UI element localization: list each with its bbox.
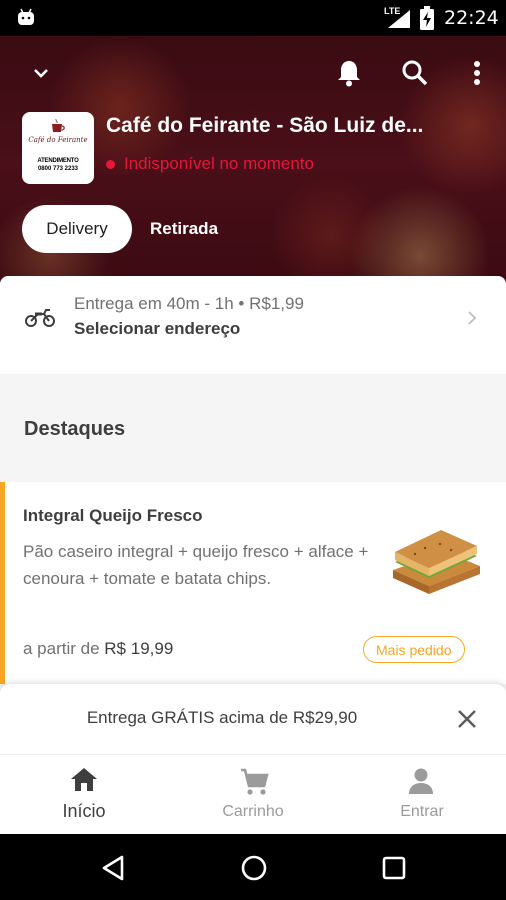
sandwich-image — [393, 530, 480, 594]
promo-middle: acima de — [219, 708, 289, 727]
store-name: Café do Feirante - São Luiz de... — [106, 114, 424, 137]
chevron-down-icon — [34, 69, 48, 78]
promo-amount: R$29,90 — [292, 708, 358, 727]
motorcycle-icon — [25, 309, 55, 327]
logo-phone: 0800 773 2233 — [37, 166, 79, 172]
store-status: Indisponível no momento — [106, 154, 314, 174]
store-header: Café do Feirante ATENDIMENTO 0800 773 22… — [0, 36, 506, 286]
product-description: Pão caseiro integral + queijo fresco + a… — [23, 542, 369, 588]
system-navigation-bar — [0, 834, 506, 900]
person-icon — [409, 768, 433, 794]
tab-retirada[interactable]: Retirada — [132, 205, 238, 253]
price-prefix: a partir de — [23, 639, 100, 658]
promo-prefix: Entrega — [86, 708, 147, 727]
search-icon — [402, 60, 428, 86]
logo-script-text: Café do Feirante — [28, 136, 88, 144]
nav-cart[interactable]: Carrinho — [169, 755, 337, 835]
delivery-address-card[interactable]: Entrega em 40m - 1h • R$1,99 Selecionar … — [0, 276, 506, 374]
nav-login[interactable]: Entrar — [338, 755, 506, 835]
nav-home-label: Início — [62, 801, 106, 821]
nav-login-label: Entrar — [400, 803, 444, 820]
clock: 22:24 — [444, 7, 499, 29]
cart-icon — [241, 768, 269, 795]
home-circle-icon[interactable] — [240, 854, 268, 882]
close-icon[interactable] — [456, 708, 478, 730]
product-name: Integral Queijo Fresco — [23, 506, 203, 525]
price-value: R$ 19,99 — [104, 639, 174, 658]
bell-icon — [338, 61, 360, 87]
more-options-button[interactable] — [462, 58, 492, 88]
collapse-button[interactable] — [26, 58, 56, 88]
select-address-label: Selecionar endereço — [74, 319, 241, 338]
bottom-navigation: Início Carrinho Entrar — [0, 754, 506, 834]
more-vert-icon — [474, 61, 480, 85]
free-delivery-banner: Entrega GRÁTIS acima de R$29,90 — [0, 684, 506, 754]
store-logo: Café do Feirante ATENDIMENTO 0800 773 22… — [22, 112, 94, 184]
notifications-button[interactable] — [334, 58, 364, 88]
store-status-text: Indisponível no momento — [124, 154, 314, 173]
status-dot — [106, 159, 115, 169]
nav-cart-label: Carrinho — [222, 803, 284, 820]
recents-square-icon[interactable] — [380, 854, 408, 882]
app-screen: LTE 22:24 Café do Feirante ATENDIMENTO 0… — [0, 0, 506, 900]
order-type-tabs: Delivery Retirada — [22, 204, 238, 254]
product-price: a partir de R$ 19,99 — [23, 639, 173, 659]
home-icon — [71, 768, 97, 791]
delivery-info: Entrega em 40m - 1h • R$1,99 — [74, 294, 304, 313]
battery-charging-icon — [420, 6, 434, 30]
search-button[interactable] — [400, 58, 430, 88]
coffee-cup-icon — [52, 118, 65, 132]
chevron-right-icon — [468, 311, 477, 325]
signal-icon — [388, 10, 410, 28]
section-title: Destaques — [24, 418, 126, 440]
promo-text: Entrega GRÁTIS acima de R$29,90 — [0, 708, 444, 728]
back-triangle-icon[interactable] — [100, 854, 128, 882]
logo-service-label: ATENDIMENTO — [37, 158, 79, 164]
most-ordered-badge: Mais pedido — [363, 636, 465, 663]
tab-delivery[interactable]: Delivery — [22, 205, 132, 253]
android-icon — [18, 8, 34, 25]
status-bar: LTE 22:24 — [0, 0, 506, 36]
product-card[interactable]: Integral Queijo Fresco Pão caseiro integ… — [0, 482, 506, 684]
promo-highlight: GRÁTIS — [151, 708, 215, 727]
nav-home[interactable]: Início — [0, 755, 168, 835]
